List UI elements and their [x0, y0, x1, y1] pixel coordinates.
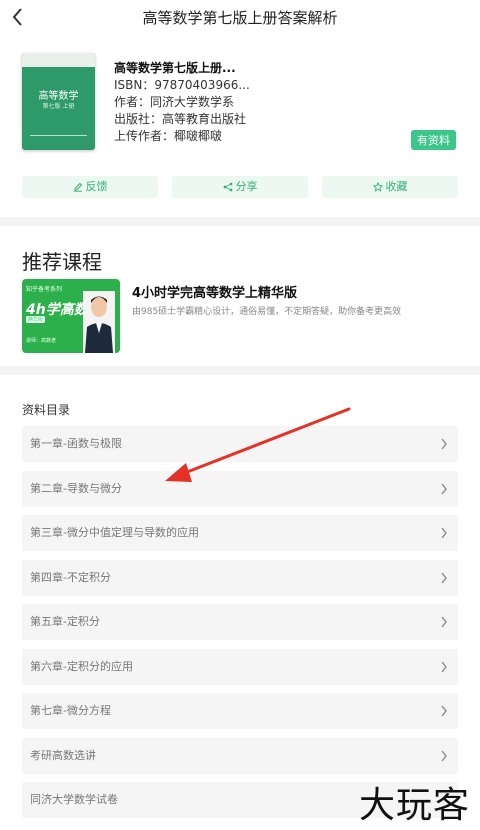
book-card: 高等数学 第七版 上册 高等数学第七版上册... ISBN：9787040396… [22, 50, 458, 154]
navbar: 高等数学第七版上册答案解析 [0, 0, 480, 34]
toc-item[interactable]: 第四章-不定积分 [22, 559, 458, 596]
favorite-button[interactable]: 收藏 [322, 176, 458, 198]
toc-item-label: 第三章-微分中值定理与导数的应用 [30, 526, 199, 539]
toc-item-label: 第七章-微分方程 [30, 704, 111, 717]
thumb-tag: 精华版 [26, 316, 46, 323]
toc-item[interactable]: 第二章-导数与微分 [22, 470, 458, 507]
toc-item[interactable]: 第六章-定积分的应用 [22, 648, 458, 685]
share-label: 分享 [235, 180, 258, 193]
toc-item[interactable]: 第五章-定积分 [22, 604, 458, 640]
chevron-right-icon [441, 483, 447, 494]
course-title: 4小时学完高等数学上精华版 [132, 286, 298, 301]
section-divider [0, 217, 480, 226]
course-thumbnail[interactable]: 知乎备考系列 4h学高数 精华版 讲师：高数老 [22, 279, 120, 353]
chevron-right-icon [441, 616, 447, 628]
book-title: 高等数学第七版上册... [114, 61, 236, 75]
chevron-right-icon [441, 661, 447, 672]
recommend-heading: 推荐课程 [22, 250, 102, 274]
book-cover[interactable]: 高等数学 第七版 上册 [22, 53, 95, 150]
course-card[interactable]: 知乎备考系列 4h学高数 精华版 讲师：高数老 4小时学完高等数学上精华版 由9… [22, 279, 462, 355]
teacher-avatar [83, 291, 115, 353]
action-bar: 反馈 分享 收藏 [22, 176, 458, 198]
star-icon [372, 181, 383, 192]
share-button[interactable]: 分享 [172, 176, 308, 198]
cover-title: 高等数学 [38, 91, 79, 102]
watermark-logo: 大玩客 [358, 785, 470, 826]
thumb-teacher: 讲师：高数老 [26, 338, 57, 344]
toc-list: 第一章-函数与极限 第二章-导数与微分 第三章-微分中值定理与导数的应用 第四章… [22, 426, 458, 827]
chevron-right-icon [441, 572, 447, 583]
edit-icon [73, 182, 82, 192]
feedback-button[interactable]: 反馈 [22, 176, 158, 198]
toc-item-label: 第一章-函数与极限 [30, 437, 122, 450]
chevron-right-icon [441, 705, 447, 717]
has-resource-badge[interactable]: 有资料 [411, 130, 456, 150]
thumb-series-label: 知乎备考系列 [26, 286, 63, 293]
course-description: 由985硕士学霸精心设计，通俗易懂，不定期答疑，助你备考更高效 [132, 307, 402, 317]
toc-heading: 资料目录 [22, 403, 71, 417]
toc-item[interactable]: 第七章-微分方程 [22, 693, 458, 729]
toc-item-label: 同济大学数学试卷 [30, 793, 118, 806]
chevron-right-icon [441, 527, 447, 539]
book-uploader: 上传作者：椰啵椰啵 [114, 129, 223, 143]
toc-item-label: 第六章-定积分的应用 [30, 659, 133, 673]
book-publisher: 出版社：高等教育出版社 [114, 112, 247, 126]
book-author: 作者：同济大学数学系 [114, 95, 235, 109]
toc-item[interactable]: 考研高数选讲 [22, 737, 458, 774]
favorite-label: 收藏 [385, 180, 408, 193]
book-info: 高等数学第七版上册... ISBN：97870403966... 作者：同济大学… [114, 60, 250, 145]
toc-item[interactable]: 第三章-微分中值定理与导数的应用 [22, 515, 458, 551]
toc-item[interactable]: 第一章-函数与极限 [22, 426, 458, 462]
section-divider [0, 366, 480, 375]
toc-item-label: 第五章-定积分 [30, 615, 100, 628]
toc-item-label: 第四章-不定积分 [30, 570, 111, 584]
book-isbn: ISBN：97870403966... [114, 78, 250, 92]
page-title: 高等数学第七版上册答案解析 [142, 9, 338, 27]
cover-subtitle: 第七版 上册 [42, 103, 75, 110]
chevron-right-icon [441, 438, 447, 450]
toc-item-label: 考研高数选讲 [30, 748, 96, 762]
chevron-right-icon [441, 750, 447, 761]
share-icon [223, 182, 232, 192]
toc-item-label: 第二章-导数与微分 [30, 481, 122, 495]
feedback-label: 反馈 [85, 180, 108, 193]
